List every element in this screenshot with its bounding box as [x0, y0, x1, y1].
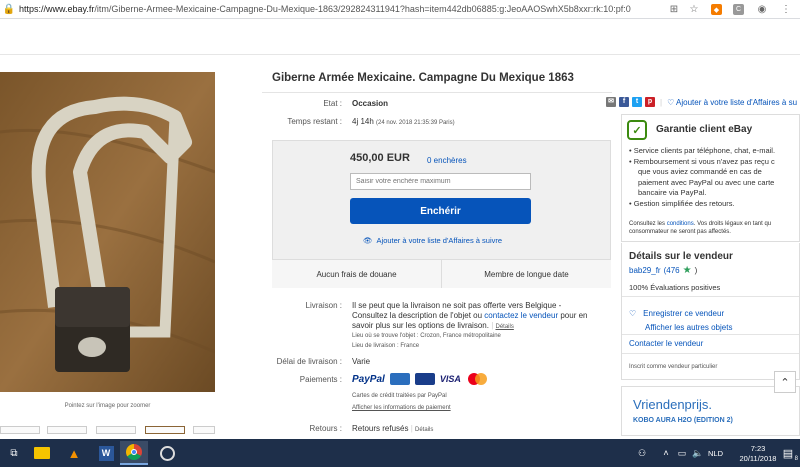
bid-count-link[interactable]: 0 enchères: [427, 156, 467, 165]
cards-note: Cartes de crédit traitées par PayPal: [352, 393, 447, 399]
menu-icon[interactable]: ⋮: [780, 3, 792, 15]
payment-info-link[interactable]: Afficher les informations de paiement: [352, 405, 451, 411]
contact-seller-button[interactable]: Contacter le vendeur: [629, 339, 703, 348]
thumbnail[interactable]: [0, 426, 40, 434]
profile-icon[interactable]: ◉: [756, 3, 768, 15]
payment-logos: PayPal VISA: [352, 373, 488, 385]
vlc-icon[interactable]: ▲: [62, 441, 86, 465]
ship-to: Lieu de livraison : France: [352, 343, 420, 349]
condition-value: Occasion: [352, 99, 389, 108]
payments-label: Paiements :: [299, 375, 342, 384]
ad-subtitle: KOBO AURA H2O (EDITION 2): [633, 417, 733, 424]
watch-list-link-top[interactable]: ♡ Ajouter à votre liste d'Affaires à su: [667, 98, 797, 107]
scroll-to-top-button[interactable]: ⌃: [774, 371, 796, 393]
translate-icon[interactable]: ⊞: [668, 3, 680, 15]
separator: |: [660, 97, 663, 107]
seller-id: bab29_fr (476 ★ ): [629, 265, 698, 276]
heart-icon: ♡: [667, 97, 675, 107]
delivery-details-link[interactable]: Détails: [496, 324, 514, 330]
clock[interactable]: 7:23 20/11/2018: [738, 444, 778, 464]
thumbnail[interactable]: [145, 426, 185, 434]
file-explorer-icon[interactable]: [30, 441, 54, 465]
facebook-icon[interactable]: f: [619, 97, 629, 107]
chrome-icon[interactable]: [120, 441, 148, 465]
divider: [622, 353, 799, 354]
seller-name-link[interactable]: bab29_fr: [629, 266, 661, 275]
paypal-logo: PayPal: [352, 373, 385, 385]
page-top-strip: [0, 19, 800, 55]
handling-label: Délai de livraison :: [276, 357, 342, 366]
star-icon[interactable]: ☆: [688, 3, 700, 15]
delivery-text: Il se peut que la livraison ne soit pas …: [352, 301, 588, 330]
browser-address-bar[interactable]: 🔒 https://www.ebay.fr/itm/Giberne-Armee-…: [0, 0, 800, 19]
lock-icon: 🔒: [2, 3, 16, 15]
card-logo: [389, 373, 410, 385]
app-icon[interactable]: [155, 441, 179, 465]
guarantee-title: Garantie client eBay: [656, 124, 753, 135]
zoom-hint: Pointez sur l'image pour zoomer: [64, 403, 151, 409]
word-icon[interactable]: W: [94, 441, 118, 465]
volume-icon[interactable]: 🔈: [686, 441, 710, 465]
add-to-watchlist-link[interactable]: 👁 Ajouter à votre liste d'Affaires à suiv…: [363, 236, 502, 245]
item-photo[interactable]: [0, 72, 215, 392]
returns-label: Retours :: [309, 424, 342, 433]
seller-type: Inscrit comme vendeur particulier: [629, 364, 718, 370]
feedback-score[interactable]: (476: [664, 266, 680, 275]
divider: [622, 296, 799, 297]
returns-details-link[interactable]: Détails: [415, 427, 433, 433]
save-seller-link[interactable]: ♡ Enregistrer ce vendeur: [629, 309, 724, 318]
seller-title: Détails sur le vendeur: [629, 251, 733, 262]
item-photo-image: [0, 72, 215, 392]
item-title: Giberne Armée Mexicaine. Campagne Du Mex…: [272, 72, 574, 84]
language-indicator[interactable]: NLD: [708, 449, 723, 458]
thumbnail[interactable]: [96, 426, 136, 434]
handling-value: Varie: [352, 357, 371, 366]
other-items-link[interactable]: Afficher les autres objets: [645, 323, 732, 332]
twitter-icon[interactable]: t: [632, 97, 642, 107]
customs-info: Aucun frais de douane: [272, 260, 441, 288]
extension-icon[interactable]: ◆: [711, 4, 722, 15]
people-icon[interactable]: ⚇: [630, 441, 654, 465]
divider: [622, 334, 799, 335]
email-icon[interactable]: ✉: [606, 97, 616, 107]
heart-icon: ♡: [629, 309, 637, 318]
bid-amount-input[interactable]: [350, 173, 531, 190]
current-price: 450,00 EUR: [350, 152, 410, 164]
visa-logo: VISA: [439, 374, 461, 384]
mastercard-logo: [466, 373, 488, 385]
place-bid-button[interactable]: Enchérir: [350, 198, 531, 224]
time-label: Temps restant :: [287, 117, 342, 126]
thumbnail[interactable]: [193, 426, 215, 434]
guarantee-bullets: • Service clients par téléphone, chat, e…: [629, 146, 776, 208]
url-text[interactable]: https://www.ebay.fr/itm/Giberne-Armee-Me…: [19, 4, 639, 14]
time-value: 4j 14h (24 nov. 2018 21:35:39 Paris): [352, 117, 455, 126]
shield-check-icon: ✓: [627, 120, 647, 140]
pinterest-icon[interactable]: p: [645, 97, 655, 107]
task-view-icon[interactable]: ⧉: [2, 441, 26, 465]
conditions-link[interactable]: conditions: [667, 221, 694, 227]
share-bar: ✉ f t p | ♡ Ajouter à votre liste d'Affa…: [606, 97, 797, 107]
seller-positive: 100% Évaluations positives: [629, 283, 721, 292]
delivery-label: Livraison :: [305, 301, 342, 310]
ad-title: Vriendenprijs.: [633, 397, 713, 412]
notifications-icon[interactable]: ▤ 8: [776, 441, 800, 465]
condition-label: Etat :: [323, 99, 342, 108]
contact-seller-link[interactable]: contactez le vendeur: [484, 311, 558, 320]
returns-value: Retours refusés | Détails: [352, 424, 434, 433]
item-location: Lieu où se trouve l'objet : Crozon, Fran…: [352, 333, 501, 339]
member-info: Membre de longue date: [441, 260, 611, 288]
maestro-logo: [414, 373, 435, 385]
divider: [262, 92, 612, 93]
thumbnail[interactable]: [47, 426, 87, 434]
bid-box-info: Aucun frais de douane Membre de longue d…: [272, 259, 611, 288]
star-rating-icon: ★: [682, 265, 692, 276]
guarantee-conditions: Consultez les conditions. Vos droits lég…: [629, 221, 772, 235]
eye-icon: 👁: [363, 236, 373, 245]
extension-c-icon[interactable]: C: [733, 4, 744, 15]
